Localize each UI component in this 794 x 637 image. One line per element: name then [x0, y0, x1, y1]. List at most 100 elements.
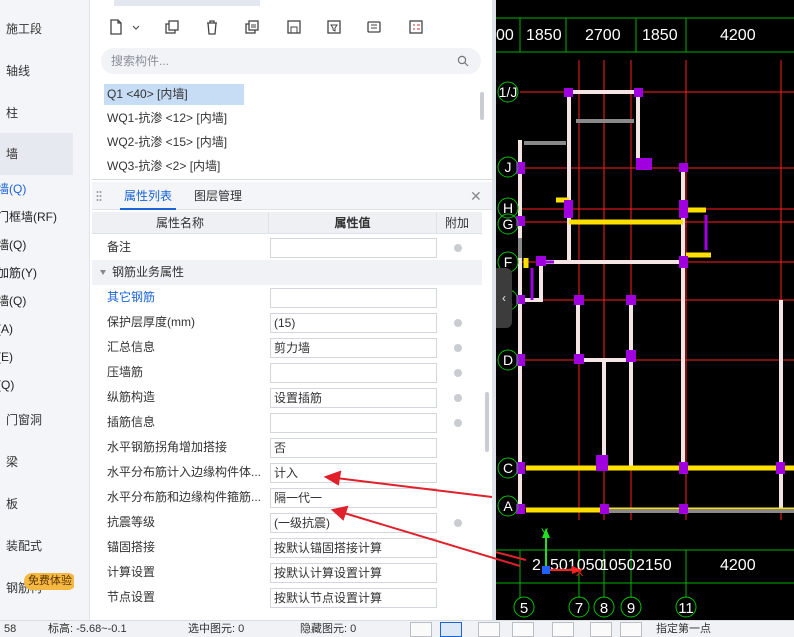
nav-item-slab[interactable]: 板 — [0, 496, 73, 512]
new-component-button[interactable] — [104, 16, 128, 38]
free-trial-badge[interactable]: 免费体验 — [24, 573, 76, 590]
property-value-field[interactable]: 计入 — [270, 463, 437, 483]
caret-down-icon[interactable] — [100, 270, 106, 276]
copy-component-button[interactable] — [160, 16, 184, 38]
nav-item-axis[interactable]: 轴线 — [0, 63, 73, 79]
offset-button[interactable] — [552, 622, 574, 637]
property-value-field[interactable]: 否 — [270, 438, 437, 458]
property-value-field[interactable] — [270, 413, 437, 433]
property-value-field[interactable]: 按默认节点设置计算 — [270, 588, 437, 608]
nav-sub-insulation-wall[interactable]: 墙(Q) — [0, 293, 26, 309]
component-item-wq3[interactable]: WQ3-抗渗 <2> [内墙] — [104, 156, 220, 177]
copy-icon — [165, 20, 179, 34]
category-nav: 施工段 轴线 柱 墙 墙(Q) 门框墙(RF) 墙(Q) 加筋(Y) 墙(Q) … — [0, 0, 90, 620]
property-value-field[interactable] — [270, 238, 437, 258]
nav-sub-brick-reinforcement[interactable]: 加筋(Y) — [0, 265, 37, 281]
property-row: 节点设置 按默认节点设置计算 — [92, 585, 482, 610]
top-dim-1: 1850 — [526, 27, 562, 44]
cross-select-button[interactable] — [478, 622, 500, 637]
nav-sub-shear-wall[interactable]: 墙(Q) — [0, 181, 26, 197]
nav-item-construction-section[interactable]: 施工段 — [0, 21, 73, 37]
nav-sub-wall-a[interactable]: (A) — [0, 321, 13, 337]
property-name: 备注 — [107, 235, 265, 260]
shape-toggle-button[interactable] — [620, 622, 642, 637]
component-tab-strip — [114, 0, 260, 6]
save-icon — [287, 20, 301, 34]
delete-component-button[interactable] — [200, 16, 224, 38]
property-scrollbar[interactable] — [485, 392, 489, 452]
property-value-field[interactable]: 隔一代一 — [270, 488, 437, 508]
component-item-wq2[interactable]: WQ2-抗渗 <15> [内墙] — [104, 132, 227, 153]
extra-checkbox[interactable] — [454, 519, 462, 527]
property-group-label[interactable]: 钢筋业务属性 — [100, 260, 258, 285]
new-file-icon — [110, 19, 122, 35]
status-snap-hint: 指定第一点 — [656, 623, 711, 635]
tab-property-list[interactable]: 属性列表 — [120, 182, 177, 210]
nav-sub-door-frame-wall[interactable]: 门框墙(RF) — [0, 209, 57, 225]
status-hidden: 隐藏图元: 0 — [300, 623, 357, 635]
property-name: 节点设置 — [107, 585, 265, 610]
layer-toggle-button[interactable] — [590, 622, 612, 637]
bottom-dim-4: 4200 — [720, 557, 756, 574]
component-info-button[interactable] — [404, 16, 428, 38]
axis-label-h: H — [503, 200, 513, 216]
property-table-header: 属性名称 属性值 附加 — [92, 212, 482, 234]
extra-checkbox[interactable] — [454, 319, 462, 327]
search-input[interactable] — [111, 52, 451, 70]
property-value-field[interactable] — [270, 288, 437, 308]
property-row: 锚固搭接 按默认锚固搭接计算 — [92, 535, 482, 560]
property-value-field[interactable]: 按默认锚固搭接计算 — [270, 538, 437, 558]
property-row: 插筋信息 — [92, 410, 482, 435]
extra-checkbox[interactable] — [454, 244, 462, 252]
bottom-dim-2: 1050 — [600, 557, 636, 574]
axis-label-9: 9 — [627, 600, 635, 617]
header-property-value: 属性值 — [269, 212, 437, 234]
component-item-wq1[interactable]: WQ1-抗渗 <12> [内墙] — [104, 108, 227, 129]
nav-item-wall[interactable]: 墙 — [0, 133, 73, 175]
nav-item-prefabricated[interactable]: 装配式 — [0, 538, 73, 554]
property-row: 纵筋构造 设置插筋 — [92, 385, 482, 410]
component-list-scrollbar[interactable] — [480, 92, 484, 120]
nav-sub-wall-e[interactable]: (E) — [0, 349, 13, 365]
extra-checkbox[interactable] — [454, 369, 462, 377]
extra-checkbox[interactable] — [454, 344, 462, 352]
snap-mode-button[interactable] — [440, 622, 462, 637]
property-name: 插筋信息 — [107, 410, 265, 435]
property-name-text: 保护层厚度(mm) — [107, 315, 195, 329]
property-value-field[interactable]: 按默认计算设置计算 — [270, 563, 437, 583]
extra-checkbox[interactable] — [454, 419, 462, 427]
filter-component-button[interactable] — [322, 16, 346, 38]
property-value-field[interactable]: 剪力墙 — [270, 338, 437, 358]
property-name: 汇总信息 — [107, 335, 265, 360]
extra-checkbox[interactable] — [454, 394, 462, 402]
layer-copy-button[interactable] — [240, 16, 264, 38]
drawing-canvas[interactable]: 00 1850 2700 1850 4200 2 501050 1050 215… — [496, 0, 794, 620]
status-elevation: 标高: -5.68~-0.1 — [48, 623, 127, 635]
property-value-field[interactable]: (一级抗震) — [270, 513, 437, 533]
nav-item-column[interactable]: 柱 — [0, 105, 73, 121]
header-property-name: 属性名称 — [92, 212, 269, 234]
save-component-button[interactable] — [282, 16, 306, 38]
property-view-button[interactable] — [362, 16, 386, 38]
axis-label-8: 8 — [600, 600, 608, 617]
nav-sub-wall-q[interactable]: (Q) — [0, 377, 14, 393]
drag-handle-icon[interactable] — [96, 190, 102, 202]
new-component-dropdown[interactable] — [130, 16, 142, 38]
status-coord: 58 — [4, 623, 17, 635]
property-value-field[interactable] — [270, 363, 437, 383]
nav-item-door-window[interactable]: 门窗洞 — [0, 412, 73, 428]
property-name-text: 水平钢筋拐角增加搭接 — [107, 440, 228, 454]
nav-scroll-gutter — [74, 0, 89, 620]
property-row: 计算设置 按默认计算设置计算 — [92, 560, 482, 585]
component-item-q1[interactable]: Q1 <40> [内墙] — [104, 84, 244, 105]
ortho-mode-button[interactable] — [410, 622, 432, 637]
nav-sub-brick-wall[interactable]: 墙(Q) — [0, 237, 26, 253]
search-icon[interactable] — [457, 55, 469, 67]
collapse-panel-handle[interactable]: ‹ — [496, 268, 512, 328]
property-value-field[interactable]: (15) — [270, 313, 437, 333]
tab-layer-management[interactable]: 图层管理 — [190, 182, 246, 210]
property-value-field[interactable]: 设置插筋 — [270, 388, 437, 408]
close-icon[interactable]: ✕ — [470, 188, 482, 204]
polar-tracking-button[interactable] — [512, 622, 534, 637]
nav-item-beam[interactable]: 梁 — [0, 454, 73, 470]
